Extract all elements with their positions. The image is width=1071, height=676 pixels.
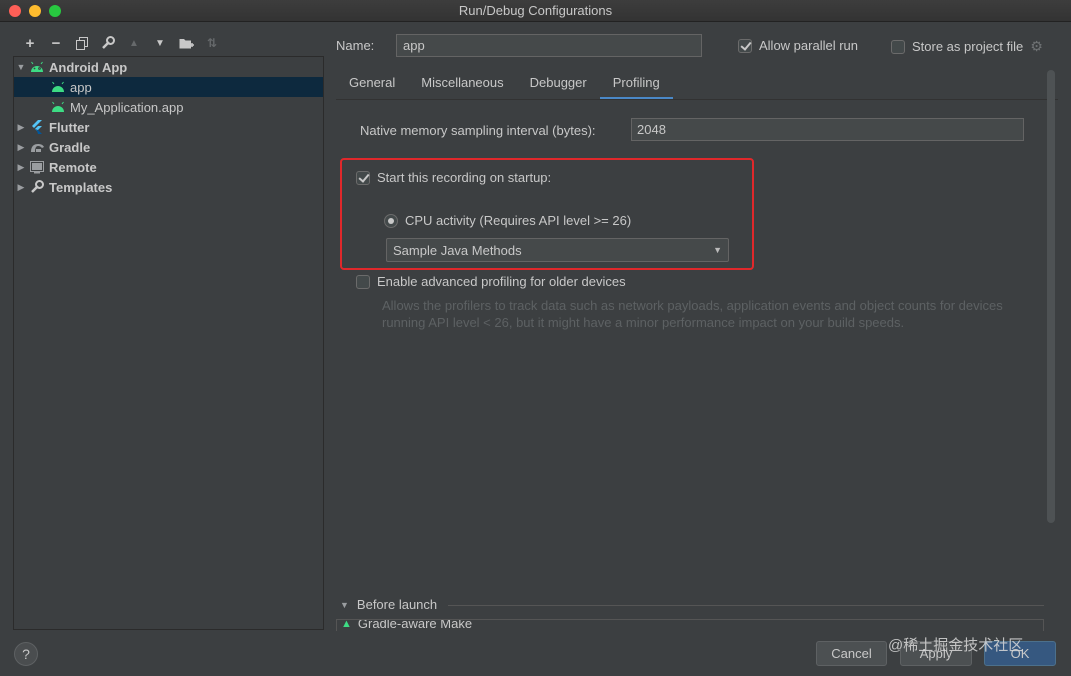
- android-icon: ▲: [341, 619, 352, 630]
- tree-item-gradle[interactable]: ▶ Gradle: [14, 137, 323, 157]
- store-as-project-file-checkbox[interactable]: Store as project file ⚙: [891, 38, 1043, 55]
- name-label: Name:: [336, 38, 375, 53]
- before-launch-list: ▲ Gradle-aware Make: [336, 619, 1044, 631]
- edit-templates-button[interactable]: [95, 32, 121, 54]
- store-as-project-file-label: Store as project file: [912, 39, 1024, 54]
- arrow-up-icon: ▲: [129, 37, 139, 49]
- android-icon: [49, 101, 67, 113]
- help-button[interactable]: ?: [14, 642, 38, 666]
- checkbox-box[interactable]: [356, 274, 370, 289]
- tree-item-label: Flutter: [49, 119, 90, 135]
- checkbox-box[interactable]: [356, 170, 370, 185]
- before-launch-item-label: Gradle-aware Make: [357, 619, 473, 631]
- radio-dot[interactable]: [384, 213, 398, 228]
- copy-icon: [75, 36, 88, 50]
- move-down-button[interactable]: ▼: [147, 32, 173, 54]
- tree-toolbar: + − ▲ ▼ ⇅: [17, 32, 225, 54]
- tree-item-label: Remote: [49, 159, 97, 175]
- move-up-button[interactable]: ▲: [121, 32, 147, 54]
- name-input[interactable]: [396, 34, 702, 57]
- memory-sampling-label: Native memory sampling interval (bytes):: [360, 123, 596, 138]
- chevron-right-icon[interactable]: ▶: [14, 162, 28, 173]
- sort-icon: ⇅: [206, 36, 218, 50]
- advanced-profiling-checkbox[interactable]: Enable advanced profiling for older devi…: [356, 274, 626, 289]
- tab-debugger[interactable]: Debugger: [517, 70, 600, 100]
- memory-sampling-input[interactable]: [631, 118, 1024, 141]
- tree-item-remote[interactable]: ▶ Remote: [14, 157, 323, 177]
- tree-item-label: Gradle: [49, 139, 91, 155]
- sort-button[interactable]: ⇅: [199, 32, 225, 54]
- allow-parallel-run-checkbox[interactable]: Allow parallel run: [738, 38, 858, 53]
- checkbox-box[interactable]: [891, 39, 905, 54]
- remote-icon: [28, 160, 46, 174]
- minimize-window-button[interactable]: [29, 5, 41, 17]
- watermark: @稀土掘金技术社区: [888, 637, 1024, 654]
- cpu-method-dropdown[interactable]: Sample Java Methods ▼: [386, 238, 729, 262]
- chevron-down-icon[interactable]: ▼: [340, 600, 349, 610]
- tree-item-my-application[interactable]: My_Application.app: [14, 97, 323, 117]
- start-recording-label: Start this recording on startup:: [377, 170, 552, 185]
- chevron-down-icon[interactable]: ▼: [14, 62, 28, 72]
- tab-general[interactable]: General: [336, 70, 408, 100]
- list-item[interactable]: ▲ Gradle-aware Make: [341, 619, 473, 631]
- config-tabs: General Miscellaneous Debugger Profiling: [336, 70, 673, 100]
- before-launch-label: Before launch: [356, 597, 438, 612]
- tree-item-label: Android App: [49, 59, 128, 75]
- wrench-icon: [28, 180, 46, 194]
- maximize-window-button[interactable]: [49, 5, 61, 17]
- start-recording-checkbox[interactable]: Start this recording on startup:: [356, 170, 551, 185]
- new-folder-button[interactable]: [173, 32, 199, 54]
- tree-item-label: Templates: [49, 179, 113, 195]
- flutter-icon: [28, 120, 46, 134]
- minus-icon: −: [51, 34, 61, 52]
- vertical-scrollbar[interactable]: [1047, 70, 1055, 523]
- window-title: Run/Debug Configurations: [458, 3, 613, 18]
- configurations-pane: + − ▲ ▼ ⇅ ▼ Android App app My_Applicati…: [13, 30, 324, 630]
- tree-item-flutter[interactable]: ▶ Flutter: [14, 117, 323, 137]
- plus-icon: +: [25, 34, 35, 52]
- arrow-down-icon: ▼: [155, 37, 165, 49]
- cpu-method-value: Sample Java Methods: [393, 242, 522, 258]
- tree-item-label: app: [70, 79, 92, 95]
- cancel-button[interactable]: Cancel: [816, 641, 887, 666]
- before-launch-section: ▼ Before launch ▲ Gradle-aware Make: [336, 597, 1044, 631]
- profiling-panel: Native memory sampling interval (bytes):…: [336, 100, 1042, 590]
- gradle-icon: [28, 142, 46, 153]
- close-window-button[interactable]: [9, 5, 21, 17]
- wrench-icon: [102, 36, 115, 49]
- config-tree: ▼ Android App app My_Application.app ▶ F…: [13, 56, 324, 630]
- add-config-button[interactable]: +: [17, 32, 43, 54]
- tree-item-label: My_Application.app: [70, 99, 184, 115]
- tree-item-app[interactable]: app: [14, 77, 323, 97]
- android-icon: [28, 61, 46, 73]
- tree-item-android-app[interactable]: ▼ Android App: [14, 57, 323, 77]
- tab-miscellaneous[interactable]: Miscellaneous: [408, 70, 516, 100]
- chevron-down-icon: ▼: [713, 245, 722, 255]
- tree-item-templates[interactable]: ▶ Templates: [14, 177, 323, 197]
- allow-parallel-run-label: Allow parallel run: [759, 38, 858, 53]
- gear-icon[interactable]: ⚙: [1030, 38, 1043, 55]
- advanced-profiling-description: Allows the profilers to track data such …: [382, 298, 1003, 330]
- remove-config-button[interactable]: −: [43, 32, 69, 54]
- copy-config-button[interactable]: [69, 32, 95, 54]
- section-divider: [448, 605, 1044, 606]
- tab-profiling[interactable]: Profiling: [599, 70, 673, 100]
- chevron-right-icon[interactable]: ▶: [14, 122, 28, 133]
- cpu-activity-radio[interactable]: CPU activity (Requires API level >= 26): [384, 213, 631, 228]
- android-icon: [49, 81, 67, 93]
- title-bar: Run/Debug Configurations: [0, 0, 1071, 22]
- checkbox-box[interactable]: [738, 38, 752, 53]
- folder-add-icon: [179, 38, 194, 48]
- chevron-right-icon[interactable]: ▶: [14, 142, 28, 153]
- before-launch-header[interactable]: ▼ Before launch: [340, 597, 437, 612]
- advanced-profiling-label: Enable advanced profiling for older devi…: [377, 274, 626, 289]
- cpu-activity-label: CPU activity (Requires API level >= 26): [405, 213, 632, 228]
- chevron-right-icon[interactable]: ▶: [14, 182, 28, 193]
